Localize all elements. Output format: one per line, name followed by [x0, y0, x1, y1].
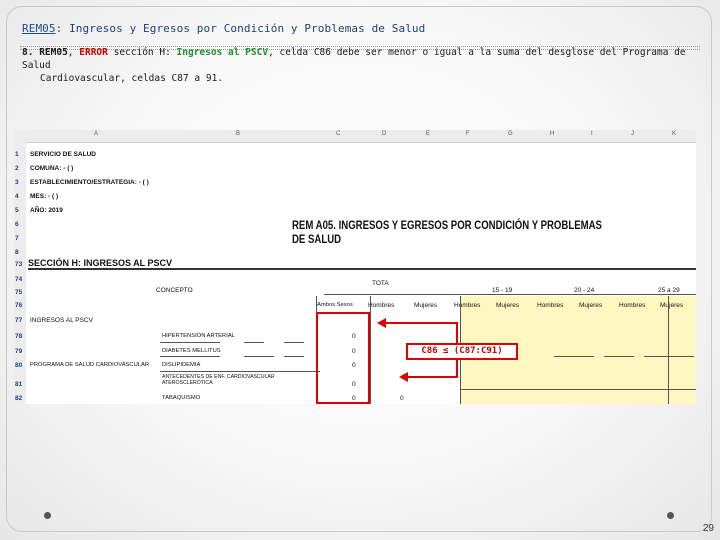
section-h-title: SECCIÓN H: INGRESOS AL PSCV [28, 258, 696, 270]
col-header: A [94, 131, 99, 137]
value-cell: 0 [400, 395, 404, 402]
sub-header: Mujeres [579, 302, 603, 309]
col-header: G [508, 131, 513, 137]
col-header: E [426, 131, 431, 137]
row-number: 77 [15, 317, 23, 324]
col-header: C [336, 131, 341, 137]
sub-header: Hombres [368, 302, 395, 309]
sub-header: Mujeres [414, 302, 438, 309]
row-number: 1 [15, 151, 19, 158]
prev-slide-dot-icon[interactable] [44, 512, 51, 519]
col-header: I [591, 131, 593, 137]
condition-label: DISLIPIDEMIA [162, 362, 201, 368]
column-headers: A B C D E F G H I J K [14, 130, 696, 143]
row-number: 8 [15, 249, 19, 256]
condition-label: TABAQUISMO [162, 395, 201, 401]
sub-header: Ambos Sexos [317, 302, 353, 308]
col-header: F [466, 131, 470, 137]
sub-header: Hombres [537, 302, 564, 309]
condition-label: DIABETES MELLITUS [162, 348, 221, 354]
next-slide-dot-icon[interactable] [667, 512, 674, 519]
item-code: REM05 [39, 47, 68, 58]
sub-header: Hombres [619, 302, 646, 309]
row-number: 5 [15, 207, 19, 214]
total-label: TOTA [372, 280, 389, 287]
condition-label: ANTECEDENTES DE ENF. CARDIOVASCULAR ATER… [162, 374, 275, 386]
col-header: B [236, 131, 241, 137]
col-header: H [550, 131, 555, 137]
programa-label: PROGRAMA DE SALUD CARDIOVASCULAR [30, 362, 150, 368]
condition-label: HIPERTENSIÓN ARTERIAL [162, 333, 235, 339]
cell-underline [160, 371, 320, 372]
row-number: 2 [15, 165, 19, 172]
cell-underline [460, 389, 696, 390]
col-header: J [631, 131, 634, 137]
row-number: 73 [15, 261, 23, 268]
row-number: 82 [15, 395, 23, 402]
arrow-head-icon [377, 318, 386, 328]
cell-underline [604, 356, 634, 357]
cell-underline [644, 356, 694, 357]
concepto-header: CONCEPTO [156, 287, 193, 294]
formula-callout: C86 ≤ (C87:C91) [406, 343, 518, 360]
rem05-link[interactable]: REM05 [22, 22, 56, 35]
cell-underline [160, 356, 220, 357]
cell-comuna: COMUNA: - ( ) [30, 165, 74, 172]
col-header: D [382, 131, 387, 137]
row-number: 6 [15, 221, 19, 228]
page-number: 29 [702, 523, 714, 534]
sub-header: Mujeres [660, 302, 684, 309]
spreadsheet-screenshot: A B C D E F G H I J K 1 2 3 4 5 6 7 8 SE… [14, 130, 696, 404]
cell-underline [554, 356, 594, 357]
row-number: 78 [15, 333, 23, 340]
arrow-line-top [386, 322, 458, 324]
sub-header: Hombres [454, 302, 481, 309]
row-number: 4 [15, 193, 19, 200]
age-group-label: 15 - 19 [492, 287, 513, 294]
validation-item: 8. REM05, ERROR sección H: Ingresos al P… [22, 46, 702, 85]
age-group-label: 20 - 24 [574, 287, 595, 294]
cell-underline [284, 356, 304, 357]
column-divider [668, 296, 669, 404]
row-number: 7 [15, 235, 19, 242]
highlight-c86-c91 [316, 312, 370, 404]
item-separator: , [67, 47, 74, 58]
arrow-line-vertical-top [456, 322, 458, 344]
cell-mes: MES: - ( ) [30, 193, 59, 200]
cell-underline [244, 342, 264, 343]
row-number: 79 [15, 348, 23, 355]
item-error-label: ERROR [79, 47, 108, 58]
report-title: REM A05. INGRESOS Y EGRESOS POR CONDICIÓ… [292, 218, 602, 246]
item-section: sección H: [113, 47, 171, 58]
column-divider [370, 296, 371, 404]
row-number: 3 [15, 179, 19, 186]
header-rule [324, 294, 696, 295]
slide-title: REM05: Ingresos y Egresos por Condición … [22, 22, 425, 35]
arrow-line-bottom [408, 376, 458, 378]
cell-underline [284, 342, 304, 343]
col-header: K [672, 131, 677, 137]
row-number: 74 [15, 276, 23, 283]
row-number: 76 [15, 302, 23, 309]
cell-establecimiento: ESTABLECIMIENTO/ESTRATEGIA: - ( ) [30, 179, 149, 186]
ingresos-label: INGRESOS AL PSCV [30, 317, 93, 324]
row-number: 81 [15, 381, 23, 388]
row-number: 80 [15, 362, 23, 369]
sub-header: Mujeres [496, 302, 520, 309]
arrow-head-icon [399, 372, 408, 382]
row-number: 75 [15, 289, 23, 296]
cell-anio: AÑO: 2019 [30, 207, 63, 214]
cell-underline [160, 342, 220, 343]
age-group-label: 25 a 29 [658, 287, 680, 294]
cell-servicio: SERVICIO DE SALUD [30, 151, 96, 158]
cell-underline [244, 356, 274, 357]
item-number: 8. [22, 47, 34, 58]
item-highlight: Ingresos al PSCV [176, 47, 269, 58]
slide-title-text: : Ingresos y Egresos por Condición y Pro… [55, 22, 426, 35]
item-description-line2: Cardiovascular, celdas C87 a 91. [40, 73, 224, 84]
